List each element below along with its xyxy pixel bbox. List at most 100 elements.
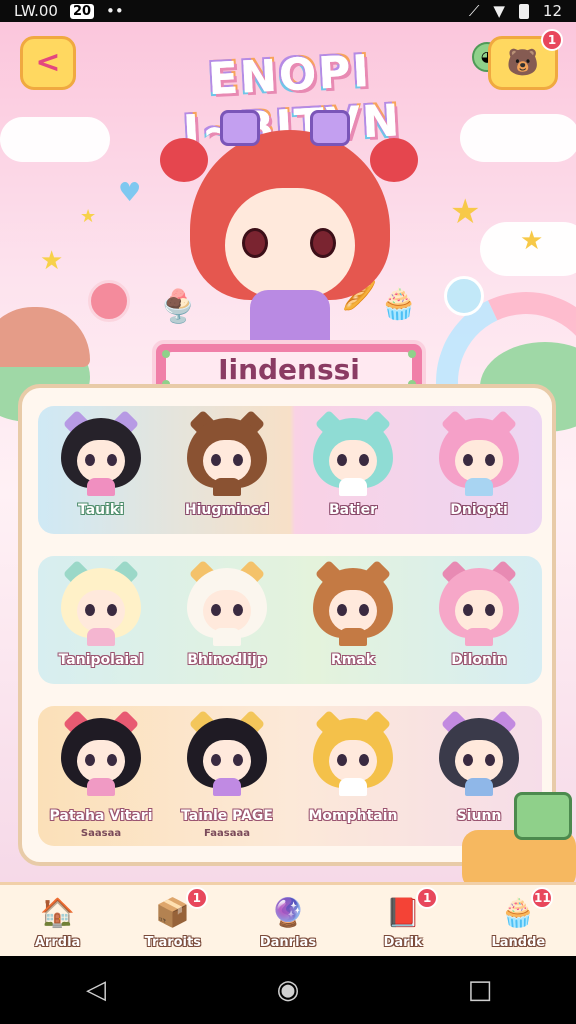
- character-card[interactable]: Tainle PAGE Faasaaa: [164, 706, 290, 846]
- character-row: Tauiki Hiugmincd Batier Dniopti: [38, 406, 542, 534]
- character-row: Pataha Vitari Saasaa Tainle PAGE Faasaaa Mom…: [38, 706, 542, 846]
- avatar-eye: [359, 454, 369, 466]
- avatar-eye: [211, 754, 221, 766]
- status-bar: LW.00 20 •• ⟋ ▼ 12: [0, 0, 576, 22]
- avatar-eye: [337, 454, 347, 466]
- avatar-eye: [337, 604, 347, 616]
- star-icon: ★: [450, 192, 481, 232]
- character-avatar: [439, 409, 519, 496]
- avatar-eye: [359, 754, 369, 766]
- character-card[interactable]: Pataha Vitari Saasaa: [38, 706, 164, 846]
- back-triangle-icon[interactable]: ◁: [66, 975, 126, 1005]
- character-panel: Tauiki Hiugmincd Batier Dniopti Tanipolaial…: [18, 384, 556, 866]
- house-icon: 🏠: [40, 896, 76, 929]
- character-name: Dilonin: [451, 652, 507, 668]
- character-card[interactable]: Dilonin: [416, 556, 542, 684]
- character-card[interactable]: Tanipolaial: [38, 556, 164, 684]
- avatar-eye: [463, 754, 473, 766]
- character-avatar: [313, 559, 393, 646]
- character-subtitle: Saasaa: [80, 828, 122, 839]
- more-dots-icon: ••: [106, 2, 124, 20]
- character-card[interactable]: Batier: [290, 406, 416, 534]
- avatar-body: [213, 478, 241, 496]
- mascot-button[interactable]: 🐻 1: [488, 29, 563, 90]
- chevron-left-icon: <: [35, 45, 61, 80]
- hero-bow: [220, 110, 260, 146]
- avatar-eye: [233, 454, 243, 466]
- bear-icon: 🐻: [506, 48, 540, 78]
- character-avatar: [61, 409, 141, 496]
- nav-item[interactable]: 🔮 Danrlas: [243, 893, 333, 951]
- avatar-body: [213, 628, 241, 646]
- banner-dot: [408, 350, 416, 358]
- avatar-eye: [485, 454, 495, 466]
- avatar-eye: [233, 604, 243, 616]
- hero-character: [160, 110, 420, 360]
- character-name: Tainle PAGE: [181, 808, 273, 824]
- avatar-body: [465, 628, 493, 646]
- battery-icon: [518, 3, 529, 19]
- character-avatar: [313, 709, 393, 796]
- notification-badge: 1: [416, 887, 439, 909]
- avatar-body: [339, 478, 367, 496]
- nav-item[interactable]: 🧁 Landde 11: [473, 887, 563, 950]
- character-name: Bhinodlijp: [187, 652, 267, 668]
- nav-label: Landde: [491, 935, 546, 950]
- nav-item[interactable]: 📦 Traroits 1: [128, 887, 218, 950]
- character-name: Batier: [328, 502, 377, 518]
- nav-item[interactable]: 🏠 Arrdla: [13, 893, 103, 951]
- wifi-icon: ▼: [493, 2, 505, 20]
- status-badge: 20: [69, 3, 95, 19]
- nav-label: Danrlas: [259, 935, 317, 950]
- avatar-eye: [463, 604, 473, 616]
- character-avatar: [187, 559, 267, 646]
- hero-bun: [160, 138, 208, 182]
- balloon-icon: [88, 280, 130, 322]
- character-card[interactable]: Momphtain: [290, 706, 416, 846]
- nav-item[interactable]: 📕 Darik 1: [358, 887, 448, 950]
- gazebo: [0, 307, 90, 367]
- avatar-eye: [485, 604, 495, 616]
- character-card[interactable]: Rmak: [290, 556, 416, 684]
- avatar-eye: [107, 754, 117, 766]
- avatar-eye: [359, 604, 369, 616]
- character-name: Dniopti: [450, 502, 508, 518]
- hero-bow: [310, 110, 350, 146]
- notification-badge: 1: [541, 29, 563, 51]
- avatar-eye: [107, 454, 117, 466]
- avatar-body: [213, 778, 241, 796]
- recents-square-icon[interactable]: □: [450, 975, 510, 1005]
- character-card[interactable]: Bhinodlijp: [164, 556, 290, 684]
- avatar-eye: [85, 604, 95, 616]
- character-name: Hiugmincd: [184, 502, 270, 518]
- speech-bubble-icon: [444, 276, 484, 316]
- character-card[interactable]: Dniopti: [416, 406, 542, 534]
- character-avatar: [313, 409, 393, 496]
- avatar-body: [87, 778, 115, 796]
- character-name: Momphtain: [308, 808, 398, 824]
- character-name: Pataha Vitari: [49, 808, 153, 824]
- hero-bun: [370, 138, 418, 182]
- character-card[interactable]: Tauiki: [38, 406, 164, 534]
- avatar-eye: [211, 454, 221, 466]
- home-circle-icon[interactable]: ◉: [258, 975, 318, 1005]
- back-button[interactable]: <: [20, 36, 76, 90]
- avatar-body: [87, 478, 115, 496]
- character-name: Tauiki: [77, 502, 125, 518]
- avatar-body: [339, 628, 367, 646]
- avatar-eye: [337, 754, 347, 766]
- star-icon: ★: [40, 246, 64, 276]
- character-avatar: [439, 709, 519, 796]
- bottom-nav: 🏠 Arrdla 📦 Traroits 1 🔮 Danrlas 📕 Darik 1 🧁 Landde 1…: [0, 882, 576, 956]
- mute-icon: ⟋: [468, 2, 480, 20]
- character-name: Rmak: [330, 652, 376, 668]
- star-icon: ★: [80, 206, 97, 227]
- notification-badge: 1: [185, 887, 208, 909]
- nav-label: Traroits: [144, 935, 201, 950]
- avatar-eye: [211, 604, 221, 616]
- nav-label: Darik: [383, 935, 423, 950]
- character-card[interactable]: Hiugmincd: [164, 406, 290, 534]
- character-avatar: [439, 559, 519, 646]
- character-avatar: [187, 709, 267, 796]
- character-name: Tanipolaial: [58, 652, 144, 668]
